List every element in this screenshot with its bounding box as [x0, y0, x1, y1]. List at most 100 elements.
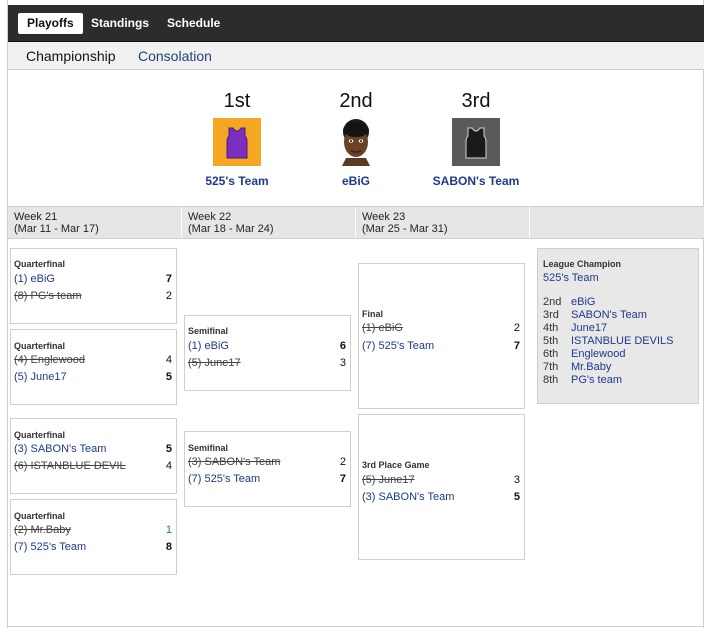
- score: 4: [165, 460, 172, 472]
- matchup-row: (5) June17 5: [14, 370, 172, 384]
- league-champion-panel: League Champion 525's Team 2nd eBiG 3rd SA…: [537, 248, 699, 404]
- team-link[interactable]: (5) June17: [188, 357, 241, 369]
- team-link[interactable]: (7) 525's Team: [188, 473, 260, 485]
- champion-team[interactable]: 525's Team: [543, 272, 599, 284]
- playoffs-page: Playoffs Standings Schedule Championship…: [7, 0, 704, 628]
- team-link[interactable]: (2) Mr.Baby: [14, 524, 71, 536]
- team-link[interactable]: (7) 525's Team: [362, 340, 434, 352]
- week-23-header: Week 23 (Mar 25 - Mar 31): [356, 207, 530, 238]
- team-link[interactable]: (1) eBiG: [362, 322, 403, 334]
- team-link[interactable]: PG's team: [571, 374, 622, 386]
- score: 2: [165, 290, 172, 302]
- podium-second: 2nd eBiG: [301, 88, 411, 188]
- team-link[interactable]: eBiG: [571, 296, 595, 308]
- week-label: Week 21: [14, 211, 58, 223]
- team-link[interactable]: Englewood: [571, 348, 625, 360]
- week-header-row: Week 21 (Mar 11 - Mar 17) Week 22 (Mar 1…: [8, 206, 704, 239]
- team-link[interactable]: (3) SABON's Team: [362, 491, 454, 503]
- matchup-row: (7) 525's Team 7: [188, 472, 346, 486]
- tab-schedule[interactable]: Schedule: [158, 13, 229, 34]
- team-link[interactable]: (7) 525's Team: [14, 541, 86, 553]
- week-dates: (Mar 18 - Mar 24): [188, 223, 274, 235]
- final-standing-row: 7th Mr.Baby: [543, 361, 611, 374]
- score: 8: [165, 541, 172, 553]
- score: 5: [513, 491, 520, 503]
- matchup-row: (1) eBiG 6: [188, 339, 346, 353]
- final-matchup[interactable]: Final (1) eBiG 2 (7) 525's Team 7: [358, 263, 525, 409]
- score: 2: [339, 456, 346, 468]
- score: 3: [339, 357, 346, 369]
- quarterfinal-2[interactable]: Quarterfinal (4) Englewood 4 (5) June17 …: [10, 329, 177, 405]
- tab-consolation[interactable]: Consolation: [138, 48, 212, 64]
- week-dates: (Mar 25 - Mar 31): [362, 223, 448, 235]
- week-22-header: Week 22 (Mar 18 - Mar 24): [182, 207, 356, 238]
- team-link[interactable]: ISTANBLUE DEVILS: [571, 335, 674, 347]
- rank-label: 4th: [543, 322, 559, 334]
- score: 5: [165, 443, 172, 455]
- team-link[interactable]: (1) eBiG: [14, 273, 55, 285]
- rank-label: 6th: [543, 348, 559, 360]
- semifinal-2[interactable]: Semifinal (3) SABON's Team 2 (7) 525's T…: [184, 431, 351, 507]
- score: 5: [165, 371, 172, 383]
- week-empty-header: [530, 207, 704, 238]
- quarterfinal-1[interactable]: Quarterfinal (1) eBiG 7 (8) PG's team 2: [10, 248, 177, 324]
- black-jersey-icon: [452, 118, 500, 166]
- team-link[interactable]: (6) ISTANBLUE DEVIL: [14, 460, 126, 472]
- tab-standings[interactable]: Standings: [82, 13, 158, 34]
- player-portrait-icon: [332, 118, 380, 166]
- team-link[interactable]: (8) PG's team: [14, 290, 82, 302]
- quarterfinal-3[interactable]: Quarterfinal (3) SABON's Team 5 (6) ISTA…: [10, 418, 177, 494]
- tab-playoffs[interactable]: Playoffs: [18, 13, 83, 34]
- champion-title: League Champion: [543, 259, 622, 269]
- podium-place: 3rd: [461, 90, 491, 112]
- matchup-row: (3) SABON's Team 5: [362, 490, 520, 504]
- team-link[interactable]: (1) eBiG: [188, 340, 229, 352]
- round-label: Final: [362, 309, 384, 319]
- team-link[interactable]: (3) SABON's Team: [14, 443, 106, 455]
- matchup-row: (1) eBiG 7: [14, 272, 172, 286]
- team-link[interactable]: SABON's Team: [571, 309, 647, 321]
- round-label: Quarterfinal: [14, 341, 66, 351]
- team-link[interactable]: (5) June17: [362, 474, 415, 486]
- purple-jersey-icon: [213, 118, 261, 166]
- team-link[interactable]: (3) SABON's Team: [188, 456, 280, 468]
- week-dates: (Mar 11 - Mar 17): [14, 223, 99, 235]
- round-label: Quarterfinal: [14, 511, 66, 521]
- final-standing-row: 4th June17: [543, 322, 607, 335]
- team-link[interactable]: (5) June17: [14, 371, 67, 383]
- matchup-row: (5) June17 3: [362, 473, 520, 487]
- matchup-row: (3) SABON's Team 2: [188, 455, 346, 469]
- score: 7: [513, 340, 520, 352]
- quarterfinal-4[interactable]: Quarterfinal (2) Mr.Baby 1 (7) 525's Tea…: [10, 499, 177, 575]
- final-standing-row: 8th PG's team: [543, 374, 622, 387]
- podium-team[interactable]: eBiG: [301, 174, 411, 188]
- score: 6: [339, 340, 346, 352]
- score: 2: [513, 322, 520, 334]
- podium-place: 1st: [223, 90, 251, 112]
- week-label: Week 23: [362, 211, 406, 223]
- tab-championship[interactable]: Championship: [26, 48, 116, 64]
- team-link[interactable]: June17: [571, 322, 607, 334]
- round-label: Semifinal: [188, 326, 229, 336]
- matchup-row: (7) 525's Team 7: [362, 339, 520, 353]
- podium-first: 1st 525's Team: [182, 88, 292, 188]
- sub-nav: Championship Consolation: [8, 42, 704, 70]
- final-standing-row: 3rd SABON's Team: [543, 309, 647, 322]
- podium-team[interactable]: SABON's Team: [421, 174, 531, 188]
- score: 4: [165, 354, 172, 366]
- final-standing-row: 2nd eBiG: [543, 296, 595, 309]
- semifinal-1[interactable]: Semifinal (1) eBiG 6 (5) June17 3: [184, 315, 351, 391]
- podium-team[interactable]: 525's Team: [182, 174, 292, 188]
- round-label: 3rd Place Game: [362, 460, 430, 470]
- matchup-row: (8) PG's team 2: [14, 289, 172, 303]
- team-link[interactable]: Mr.Baby: [571, 361, 611, 373]
- third-place-matchup[interactable]: 3rd Place Game (5) June17 3 (3) SABON's …: [358, 414, 525, 560]
- rank-label: 7th: [543, 361, 559, 373]
- matchup-row: (4) Englewood 4: [14, 353, 172, 367]
- podium-place: 2nd: [339, 90, 373, 112]
- rank-label: 2nd: [543, 296, 562, 308]
- podium-third: 3rd SABON's Team: [421, 88, 531, 188]
- team-link[interactable]: (4) Englewood: [14, 354, 85, 366]
- rank-label: 5th: [543, 335, 559, 347]
- rank-label: 3rd: [543, 309, 559, 321]
